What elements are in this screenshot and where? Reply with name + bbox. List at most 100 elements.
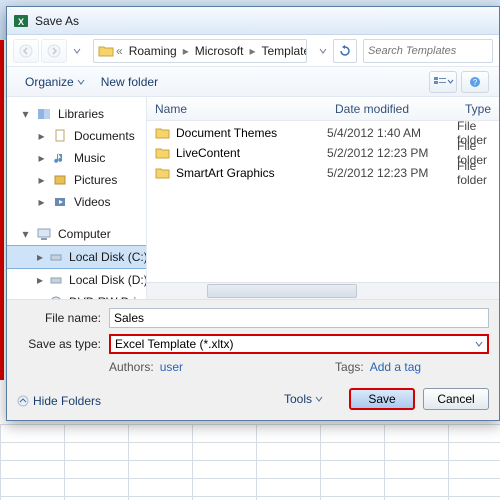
view-icon <box>433 76 447 88</box>
search-box[interactable] <box>363 39 493 63</box>
sidebar-item-music[interactable]: ▸ Music <box>7 147 146 169</box>
authors-label: Authors: <box>109 360 154 374</box>
breadcrumb[interactable]: « Roaming ▸ Microsoft ▸ Templates ▸ <box>93 39 307 63</box>
sidebar-item-pictures[interactable]: ▸ Pictures <box>7 169 146 191</box>
window-title: Save As <box>35 14 79 28</box>
chevron-right-icon: ▸ <box>37 198 46 207</box>
file-date: 5/2/2012 12:23 PM <box>327 166 457 180</box>
sidebar: ▾ Libraries ▸ Documents ▸ Music ▸ <box>7 97 147 299</box>
chevron-down-icon <box>315 395 323 403</box>
tools-button[interactable]: Tools <box>284 392 323 406</box>
sidebar-item-local-disk-d[interactable]: ▸ Local Disk (D:) <box>7 269 146 291</box>
save-label: Save <box>368 392 395 406</box>
folder-icon <box>155 127 170 140</box>
help-icon: ? <box>469 76 481 88</box>
chevron-right-icon: ▸ <box>181 44 191 58</box>
sidebar-item-videos[interactable]: ▸ Videos <box>7 191 146 213</box>
file-row[interactable]: SmartArt Graphics 5/2/2012 12:23 PM File… <box>147 163 499 183</box>
breadcrumb-dropdown[interactable] <box>315 39 331 63</box>
excel-icon: X <box>13 13 29 29</box>
svg-text:?: ? <box>473 78 478 87</box>
column-headers: Name Date modified Type <box>147 97 499 121</box>
file-row[interactable]: Document Themes 5/4/2012 1:40 AM File fo… <box>147 123 499 143</box>
crumb-roaming[interactable]: Roaming <box>125 44 181 58</box>
cancel-button[interactable]: Cancel <box>423 388 489 410</box>
chevron-down-icon: ▾ <box>21 230 30 239</box>
horizontal-scrollbar[interactable] <box>147 282 499 299</box>
videos-icon <box>52 194 68 210</box>
chevron-right-icon: ▸ <box>37 154 46 163</box>
tags-label: Tags: <box>335 360 364 374</box>
authors-value[interactable]: user <box>160 360 183 374</box>
file-date: 5/4/2012 1:40 AM <box>327 126 457 140</box>
file-type: File folder <box>457 159 499 187</box>
sidebar-libraries-label: Libraries <box>58 107 104 121</box>
chevron-down-icon <box>73 47 81 55</box>
file-pane: Name Date modified Type Document Themes … <box>147 97 499 299</box>
bottom-panel: File name: Save as type: Excel Template … <box>7 299 499 420</box>
new-folder-button[interactable]: New folder <box>93 72 166 92</box>
sidebar-item-dvd-drive[interactable]: ▸ DVD RW Drive (F:) <box>7 291 146 299</box>
column-date[interactable]: Date modified <box>327 102 457 116</box>
chevron-right-icon: ▸ <box>37 132 46 141</box>
refresh-button[interactable] <box>333 39 357 63</box>
crumb-microsoft[interactable]: Microsoft <box>191 44 248 58</box>
nav-history-button[interactable] <box>69 39 85 63</box>
hide-folders-button[interactable]: Hide Folders <box>17 394 101 408</box>
forward-button[interactable] <box>41 39 67 63</box>
help-button[interactable]: ? <box>461 71 489 93</box>
organize-button[interactable]: Organize <box>17 72 93 92</box>
chevron-up-icon <box>17 395 29 407</box>
file-list: Document Themes 5/4/2012 1:40 AM File fo… <box>147 121 499 282</box>
filename-label: File name: <box>17 311 109 325</box>
chevron-right-icon: ▸ <box>247 44 257 58</box>
sidebar-libraries[interactable]: ▾ Libraries <box>7 103 146 125</box>
pictures-icon <box>52 172 68 188</box>
tools-label: Tools <box>284 392 312 406</box>
chevron-down-icon: ▾ <box>21 110 30 119</box>
chevron-down-icon <box>447 78 454 85</box>
chevron-down-icon <box>77 78 85 86</box>
saveastype-label: Save as type: <box>17 337 109 351</box>
sidebar-item-local-disk-c[interactable]: ▸ Local Disk (C:) <box>7 245 146 269</box>
folder-icon <box>155 147 170 160</box>
scrollbar-thumb[interactable] <box>207 284 357 298</box>
sidebar-item-documents[interactable]: ▸ Documents <box>7 125 146 147</box>
save-as-dialog: X Save As « Roaming ▸ Microsoft ▸ Templa… <box>6 6 500 421</box>
disk-icon <box>49 272 63 288</box>
titlebar: X Save As <box>7 7 499 35</box>
column-name[interactable]: Name <box>147 102 327 116</box>
sidebar-item-label: Videos <box>74 195 110 209</box>
forward-arrow-icon <box>47 44 61 58</box>
view-button[interactable] <box>429 71 457 93</box>
new-folder-label: New folder <box>101 75 158 89</box>
file-name: SmartArt Graphics <box>176 166 275 180</box>
saveastype-value: Excel Template (*.xltx) <box>115 337 233 351</box>
tags-value[interactable]: Add a tag <box>370 360 421 374</box>
sidebar-computer[interactable]: ▾ Computer <box>7 223 146 245</box>
crumb-templates[interactable]: Templates <box>257 44 307 58</box>
spreadsheet-grid[interactable] <box>0 424 500 500</box>
back-arrow-icon <box>19 44 33 58</box>
filename-input[interactable] <box>109 308 489 328</box>
file-row[interactable]: LiveContent 5/2/2012 12:23 PM File folde… <box>147 143 499 163</box>
disk-icon <box>49 249 63 265</box>
column-type[interactable]: Type <box>457 102 499 116</box>
saveastype-combo[interactable]: Excel Template (*.xltx) <box>109 334 489 354</box>
navbar: « Roaming ▸ Microsoft ▸ Templates ▸ <box>7 35 499 67</box>
sidebar-item-label: Documents <box>74 129 135 143</box>
sidebar-item-label: Music <box>74 151 105 165</box>
save-button[interactable]: Save <box>349 388 415 410</box>
chevron-left-icon: « <box>114 44 125 58</box>
computer-icon <box>36 226 52 242</box>
chevron-right-icon: ▸ <box>37 276 43 285</box>
chevron-down-icon <box>319 47 327 55</box>
back-button[interactable] <box>13 39 39 63</box>
chevron-down-icon <box>475 340 483 348</box>
folder-icon <box>98 44 114 58</box>
chevron-right-icon: ▸ <box>37 253 43 262</box>
search-input[interactable] <box>368 45 488 57</box>
file-name: LiveContent <box>176 146 240 160</box>
organize-label: Organize <box>25 75 74 89</box>
svg-text:X: X <box>18 17 24 27</box>
